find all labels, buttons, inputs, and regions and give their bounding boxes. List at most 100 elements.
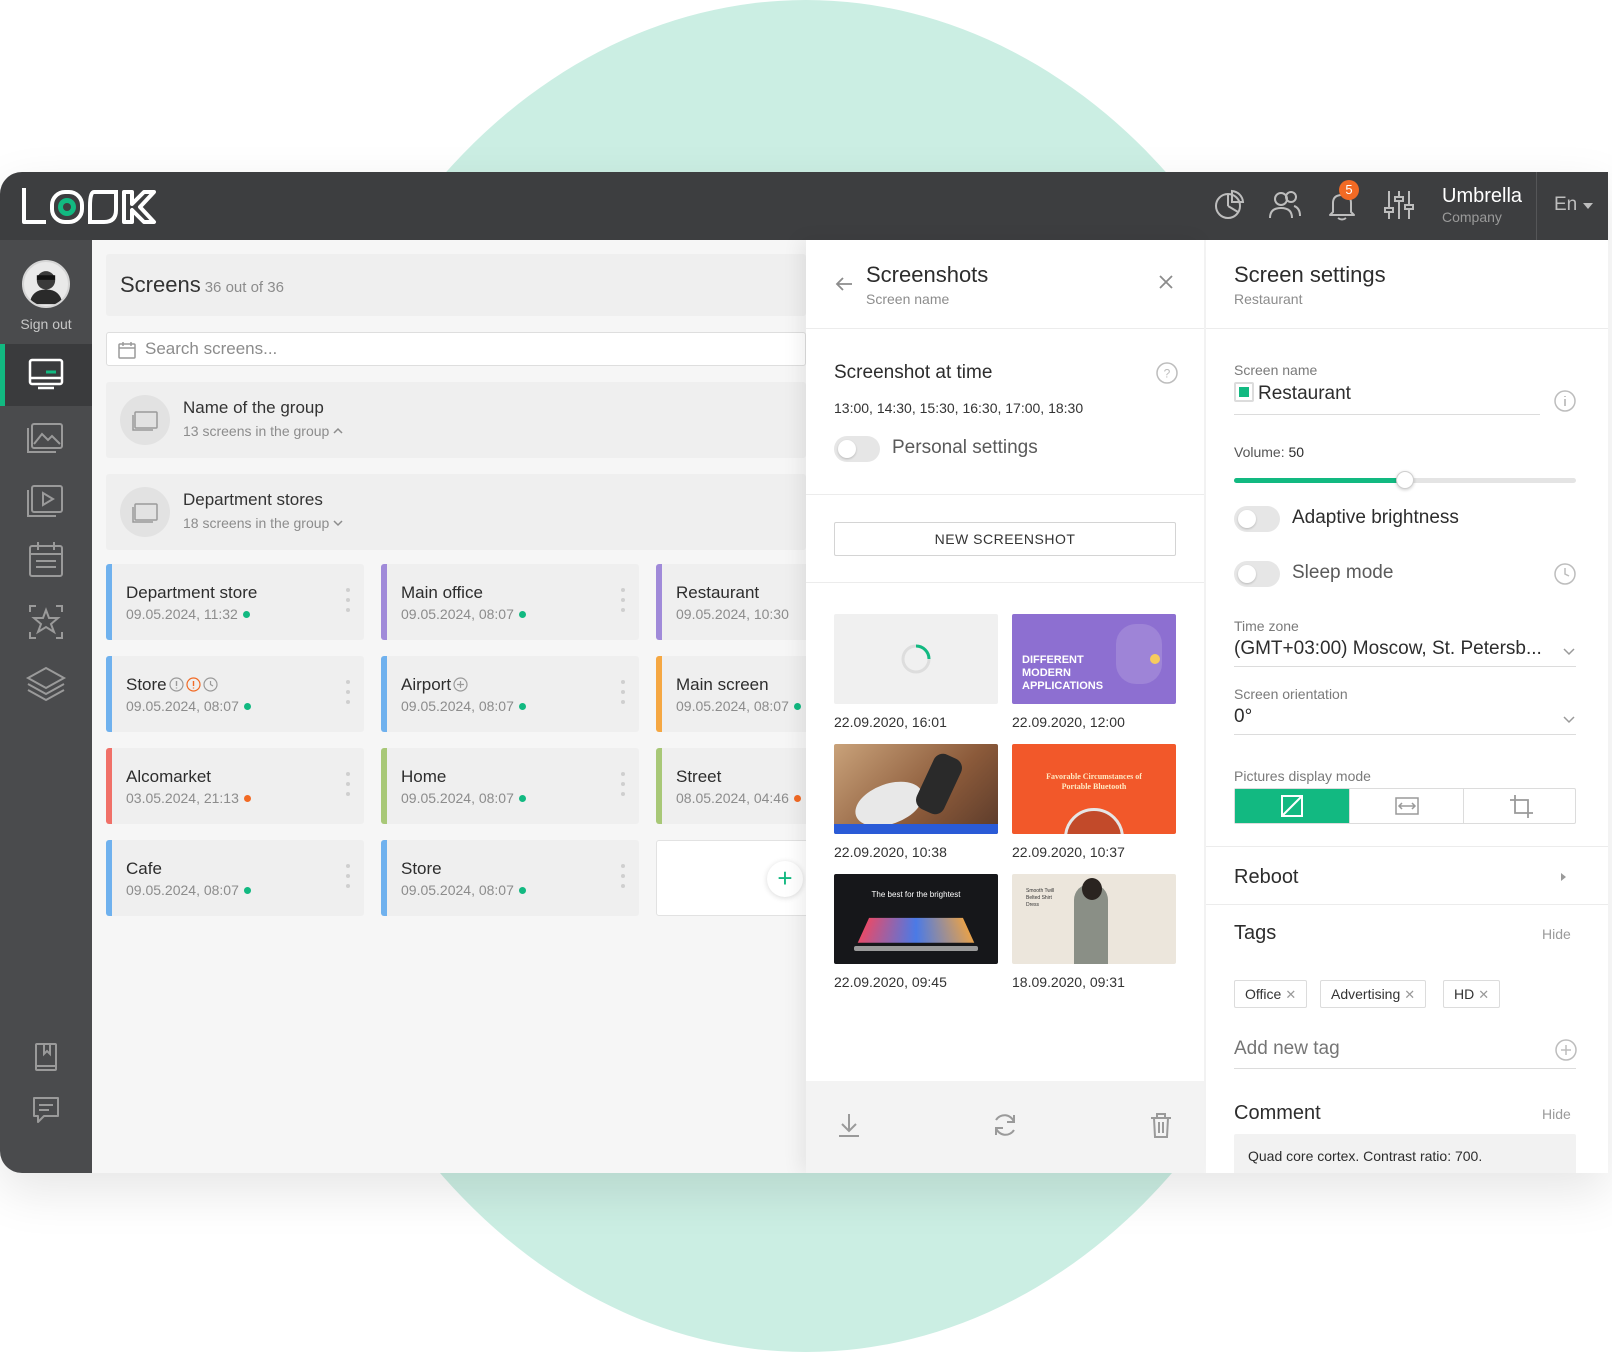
chat-icon[interactable] <box>24 1088 68 1132</box>
remove-tag-icon[interactable]: ✕ <box>1404 987 1415 1002</box>
download-icon[interactable] <box>834 1110 864 1140</box>
arrow-left-icon[interactable] <box>834 274 854 294</box>
screen-card[interactable]: Street 08.05.2024, 04:46 <box>656 748 816 824</box>
new-screenshot-button[interactable]: NEW SCREENSHOT <box>834 522 1176 556</box>
group-item[interactable]: Name of the group 13 screens in the grou… <box>106 382 806 458</box>
card-name-text: Main screen <box>676 675 769 694</box>
personal-settings-toggle[interactable] <box>834 436 880 462</box>
screen-card[interactable]: Cafe 09.05.2024, 08:07 <box>106 840 364 916</box>
screen-card[interactable]: Alcomarket 03.05.2024, 21:13 <box>106 748 364 824</box>
color-swatch[interactable] <box>1234 382 1254 402</box>
search-input[interactable] <box>145 339 785 359</box>
more-options-icon[interactable] <box>621 864 625 892</box>
remove-tag-icon[interactable]: ✕ <box>1478 987 1489 1002</box>
chevron-down-icon[interactable] <box>333 519 343 527</box>
card-color-stripe <box>106 564 112 640</box>
chevron-down-icon[interactable] <box>1562 644 1576 658</box>
screens-title-text: Screens <box>120 272 201 297</box>
analytics-icon[interactable] <box>1212 188 1246 222</box>
screen-card[interactable]: Airport 09.05.2024, 08:07 <box>381 656 639 732</box>
comment-box[interactable]: Quad core cortex. Contrast ratio: 700. <box>1234 1134 1576 1173</box>
comment-hide-link[interactable]: Hide <box>1542 1106 1571 1122</box>
fit-width-mode-button[interactable] <box>1349 789 1463 823</box>
card-date-text: 09.05.2024, 08:07 <box>401 882 514 898</box>
screen-card[interactable]: Main screen 09.05.2024, 08:07 <box>656 656 816 732</box>
thumbnail-athlete <box>912 750 966 818</box>
volume-slider-thumb[interactable] <box>1396 471 1414 489</box>
pictures-mode-label: Pictures display mode <box>1234 768 1371 784</box>
more-options-icon[interactable] <box>346 772 350 800</box>
chevron-up-icon[interactable] <box>333 427 343 435</box>
more-options-icon[interactable] <box>621 588 625 616</box>
calendar-icon[interactable] <box>24 538 68 582</box>
more-options-icon[interactable] <box>346 588 350 616</box>
screen-card[interactable]: Restaurant 09.05.2024, 10:30 <box>656 564 816 640</box>
chevron-down-icon[interactable] <box>1562 712 1576 726</box>
card-color-stripe <box>656 564 662 640</box>
screen-card[interactable]: Home 09.05.2024, 08:07 <box>381 748 639 824</box>
tag-hd[interactable]: HD ✕ <box>1443 980 1501 1008</box>
search-box[interactable] <box>106 332 806 366</box>
screens-icon[interactable] <box>24 352 68 396</box>
images-icon[interactable] <box>24 414 68 458</box>
add-tag-input[interactable] <box>1234 1038 1534 1060</box>
orientation-select[interactable]: 0° <box>1234 706 1252 728</box>
card-name: Main screen <box>676 675 769 695</box>
tag-advertising[interactable]: Advertising ✕ <box>1320 980 1427 1008</box>
more-options-icon[interactable] <box>346 864 350 892</box>
screen-card[interactable]: Department store 09.05.2024, 11:32 <box>106 564 364 640</box>
adaptive-brightness-toggle[interactable] <box>1234 506 1280 532</box>
refresh-icon[interactable] <box>990 1110 1020 1140</box>
card-name-text: Store <box>126 675 167 694</box>
caret-right-icon[interactable] <box>1556 870 1570 884</box>
company-name[interactable]: Umbrella <box>1442 185 1522 208</box>
screenshot-thumbnail[interactable]: The best for the brightest <box>834 874 998 964</box>
group-count[interactable]: 13 screens in the group <box>183 423 343 439</box>
screenshot-thumbnail[interactable]: Favorable Circumstances of Portable Blue… <box>1012 744 1176 834</box>
screenshot-thumbnail[interactable]: DIFFERENT MODERN APPLICATIONS <box>1012 614 1176 704</box>
caret-down-icon[interactable] <box>1583 203 1593 209</box>
layers-icon[interactable] <box>24 662 68 706</box>
sliders-icon[interactable] <box>1382 188 1416 222</box>
tags-hide-link[interactable]: Hide <box>1542 926 1571 942</box>
time-zone-select[interactable]: (GMT+03:00) Moscow, St. Petersb... <box>1234 638 1542 660</box>
screen-name-field[interactable]: Restaurant <box>1234 382 1351 405</box>
language-selector[interactable]: En <box>1554 194 1577 216</box>
reboot-item[interactable]: Reboot <box>1234 866 1299 889</box>
screenshot-thumbnail[interactable] <box>834 744 998 834</box>
add-circle-icon[interactable] <box>1555 1039 1577 1061</box>
playlist-icon[interactable] <box>24 476 68 520</box>
clock-icon <box>203 677 218 692</box>
info-icon[interactable] <box>1554 390 1576 412</box>
star-icon[interactable] <box>24 600 68 644</box>
screen-name-label: Screen name <box>1234 362 1318 378</box>
group-item[interactable]: Department stores 18 screens in the grou… <box>106 474 806 550</box>
more-options-icon[interactable] <box>621 680 625 708</box>
screen-card[interactable]: Main office 09.05.2024, 08:07 <box>381 564 639 640</box>
stretch-mode-button[interactable] <box>1235 789 1349 823</box>
screen-card[interactable]: Store 09.05.2024, 08:07 <box>381 840 639 916</box>
screenshot-thumbnail[interactable]: Smooth Twill Belted Shirt Dress <box>1012 874 1176 964</box>
group-name: Name of the group <box>183 398 324 417</box>
add-screen-button[interactable]: + <box>767 861 803 897</box>
crop-mode-button[interactable] <box>1463 789 1577 823</box>
card-date: 09.05.2024, 08:07 <box>401 606 526 622</box>
users-icon[interactable] <box>1268 188 1302 222</box>
help-icon[interactable]: ? <box>1156 362 1178 384</box>
sign-out-link[interactable]: Sign out <box>0 316 92 332</box>
more-options-icon[interactable] <box>621 772 625 800</box>
sleep-mode-toggle[interactable] <box>1234 561 1280 587</box>
card-name: Home <box>401 767 446 787</box>
remove-tag-icon[interactable]: ✕ <box>1285 987 1296 1002</box>
close-icon[interactable] <box>1158 274 1174 290</box>
avatar[interactable] <box>22 260 70 308</box>
volume-slider[interactable] <box>1234 471 1576 489</box>
tag-office[interactable]: Office ✕ <box>1234 980 1308 1008</box>
trash-icon[interactable] <box>1146 1110 1176 1140</box>
group-count[interactable]: 18 screens in the group <box>183 515 343 531</box>
book-icon[interactable] <box>24 1036 68 1080</box>
screen-card[interactable]: Store 09.05.2024, 08:07 <box>106 656 364 732</box>
clock-icon[interactable] <box>1554 563 1576 585</box>
screenshot-thumbnail[interactable] <box>834 614 998 704</box>
more-options-icon[interactable] <box>346 680 350 708</box>
